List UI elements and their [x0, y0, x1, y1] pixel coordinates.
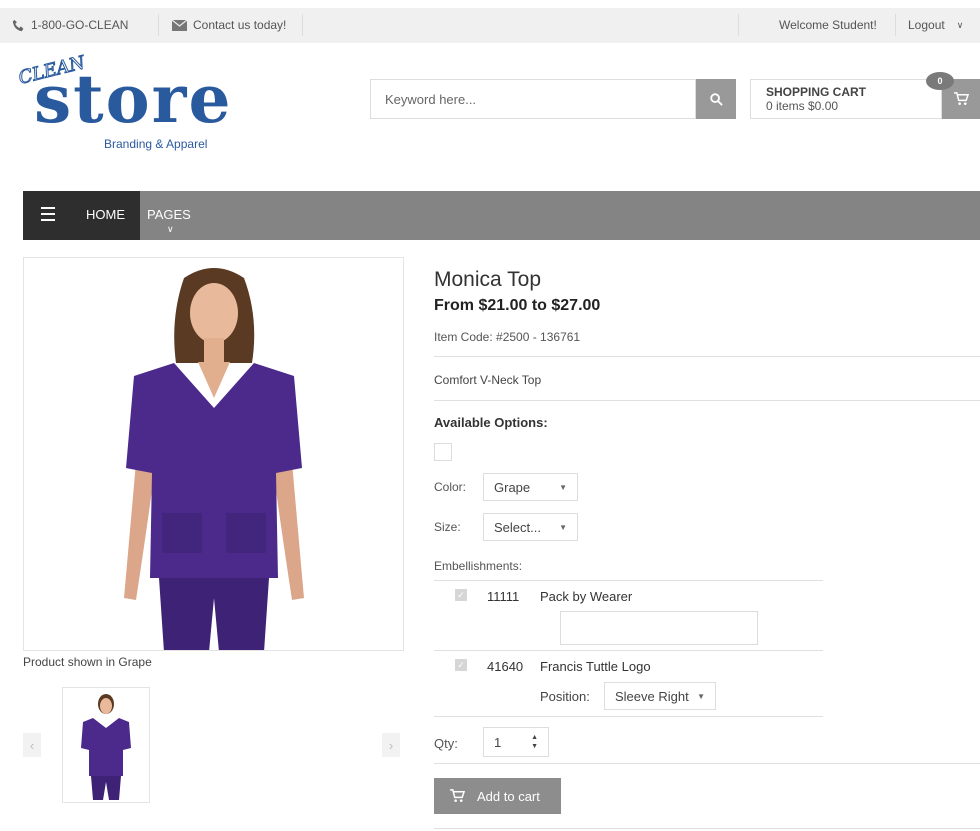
divider [434, 650, 823, 651]
divider [302, 14, 303, 36]
chevron-down-icon: ∨ [167, 224, 174, 234]
thumbnail-photo [81, 694, 131, 800]
qty-label: Qty: [434, 736, 458, 751]
position-label: Position: [540, 689, 590, 704]
caret-down-icon: ▼ [697, 691, 705, 701]
divider [434, 828, 980, 829]
search-icon [709, 92, 723, 106]
stepper-arrows-icon[interactable]: ▲ ▼ [531, 733, 538, 751]
divider [895, 14, 896, 36]
logout-link[interactable]: Logout ∨ [908, 18, 963, 32]
position-select[interactable]: Sleeve Right ▼ [604, 682, 716, 710]
image-caption: Product shown in Grape [23, 655, 152, 669]
shopping-cart-summary[interactable]: SHOPPING CART 0 items $0.00 [750, 79, 942, 119]
qty-value: 1 [494, 734, 502, 750]
color-select[interactable]: Grape ▼ [483, 473, 578, 501]
chevron-down-icon: ∨ [956, 19, 964, 30]
logo-store-text: store [34, 60, 233, 138]
available-options-label: Available Options: [434, 415, 548, 430]
cart-icon [450, 789, 465, 802]
product-photo [24, 258, 403, 650]
phone-link[interactable]: 1-800-GO-CLEAN [12, 18, 128, 32]
nav-item-home[interactable]: HOME [86, 207, 125, 222]
color-label: Color: [434, 480, 467, 494]
embellishment-code: 41640 [487, 659, 524, 674]
product-main-image[interactable] [23, 257, 404, 651]
product-title: Monica Top [434, 268, 542, 291]
store-logo[interactable]: CLEAN store Branding & Apparel [14, 52, 234, 158]
option-checkbox[interactable] [434, 443, 452, 461]
embellishment-name: Pack by Wearer [540, 589, 633, 604]
divider [434, 356, 980, 357]
product-thumbnail[interactable] [62, 687, 150, 803]
divider [434, 716, 823, 717]
size-value: Select... [494, 519, 541, 535]
size-select[interactable]: Select... ▼ [483, 513, 578, 541]
logout-label: Logout [908, 18, 945, 32]
divider [434, 580, 823, 581]
divider [434, 400, 980, 401]
phone-number: 1-800-GO-CLEAN [31, 18, 129, 32]
divider [158, 14, 159, 36]
item-code: Item Code: #2500 - 136761 [434, 330, 581, 344]
cart-title: SHOPPING CART [766, 85, 867, 99]
wearer-name-input[interactable] [560, 611, 758, 645]
menu-icon[interactable] [41, 207, 55, 225]
embellishments-label: Embellishments: [434, 559, 523, 573]
embellishment-name: Francis Tuttle Logo [540, 659, 651, 674]
phone-icon [12, 19, 24, 31]
logo-tagline: Branding & Apparel [104, 137, 208, 151]
chevron-left-icon: ‹ [29, 737, 35, 753]
cart-icon [953, 92, 969, 105]
thumb-next-button[interactable]: › [382, 733, 400, 757]
cart-summary: 0 items $0.00 [766, 99, 839, 113]
divider [738, 14, 739, 36]
quantity-stepper[interactable]: 1 ▲ ▼ [483, 727, 549, 757]
embellishment-checkbox[interactable]: ✓ [455, 659, 467, 671]
search-button[interactable] [696, 79, 736, 119]
contact-text: Contact us today! [193, 18, 287, 32]
welcome-label: Welcome Student! [779, 18, 877, 32]
cart-count-badge: 0 [926, 72, 954, 90]
color-value: Grape [494, 479, 531, 495]
search-input[interactable]: Keyword here... [370, 79, 696, 119]
welcome-text: Welcome Student! [779, 18, 877, 32]
size-label: Size: [434, 520, 461, 534]
embellishment-code: 11111 [487, 589, 520, 604]
top-bar: 1-800-GO-CLEAN Contact us today! Welcome… [0, 0, 980, 43]
caret-down-icon: ▼ [559, 522, 567, 532]
nav-item-pages[interactable]: PAGES [147, 207, 191, 222]
product-price: From $21.00 to $27.00 [434, 297, 601, 314]
caret-down-icon: ▼ [559, 482, 567, 492]
mail-icon [172, 19, 187, 31]
add-to-cart-button[interactable]: Add to cart [434, 778, 561, 814]
divider [434, 763, 980, 764]
contact-link[interactable]: Contact us today! [172, 18, 286, 32]
product-description: Comfort V-Neck Top [434, 373, 542, 387]
chevron-right-icon: › [388, 737, 394, 753]
embellishment-checkbox[interactable]: ✓ [455, 589, 467, 601]
thumb-prev-button[interactable]: ‹ [23, 733, 41, 757]
add-to-cart-label: Add to cart [477, 788, 540, 804]
position-value: Sleeve Right [615, 688, 689, 704]
